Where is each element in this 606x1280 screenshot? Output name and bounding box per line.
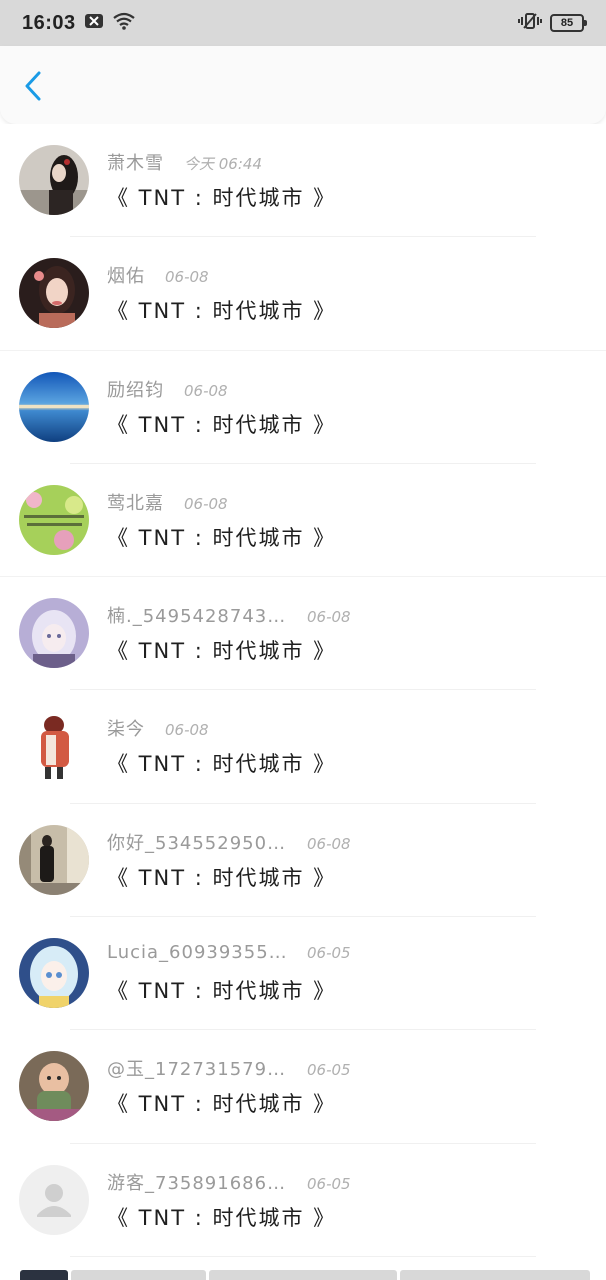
divider (70, 1255, 536, 1257)
avatar[interactable] (19, 1164, 89, 1235)
item-meta: @玉_17273157990 ... 06-05 (107, 1055, 351, 1081)
list-item[interactable]: 烟佑 06-08 《 TNT : 时代城市 》 (0, 237, 606, 351)
next-item-peek (0, 1270, 606, 1280)
item-date: 06-08 (165, 721, 209, 740)
battery-icon: 85 (550, 14, 587, 32)
message-list: 萧木雪 今天 06:44 《 TNT : 时代城市 》 烟佑 06-08 《 T… (0, 124, 606, 1257)
item-meta: 柒今 06-08 (107, 715, 209, 741)
item-date: 06-08 (307, 834, 351, 853)
user-name[interactable]: 你好_5345529509 ... (107, 829, 287, 855)
user-name[interactable]: 烟佑 (107, 262, 145, 288)
user-name[interactable]: Lucia_60939355880 ... (107, 942, 287, 963)
avatar[interactable] (19, 711, 89, 782)
item-date: 06-05 (307, 1174, 351, 1193)
avatar[interactable] (19, 598, 89, 669)
item-title[interactable]: 《 TNT : 时代城市 》 (107, 409, 336, 439)
peek-block (209, 1270, 397, 1280)
user-name[interactable]: 莺北嘉 (107, 489, 164, 515)
status-bar: 16:03 85 (0, 0, 606, 46)
notification-icon (84, 13, 104, 33)
wifi-icon (112, 12, 136, 34)
item-meta: 萧木雪 今天 06:44 (107, 149, 262, 175)
item-date: 06-08 (184, 381, 228, 400)
chevron-left-icon (23, 70, 43, 106)
item-meta: 烟佑 06-08 (107, 262, 209, 288)
item-date: 06-05 (307, 944, 351, 963)
list-item[interactable]: 你好_5345529509 ... 06-08 《 TNT : 时代城市 》 (0, 803, 606, 918)
item-date: 06-05 (307, 1061, 351, 1080)
item-title[interactable]: 《 TNT : 时代城市 》 (107, 635, 336, 665)
list-item[interactable]: 萧木雪 今天 06:44 《 TNT : 时代城市 》 (0, 124, 606, 238)
back-button[interactable] (14, 66, 52, 110)
list-item[interactable]: 柒今 06-08 《 TNT : 时代城市 》 (0, 690, 606, 804)
item-meta: 游客_7358916869 ... 06-05 (107, 1169, 351, 1195)
next-avatar-peek (20, 1270, 68, 1280)
avatar[interactable] (19, 484, 89, 555)
user-name[interactable]: 柒今 (107, 715, 145, 741)
list-item[interactable]: 莺北嘉 06-08 《 TNT : 时代城市 》 (0, 463, 606, 578)
item-title[interactable]: 《 TNT : 时代城市 》 (107, 295, 336, 325)
item-title[interactable]: 《 TNT : 时代城市 》 (107, 522, 336, 552)
item-date: 今天 06:44 (184, 155, 262, 173)
status-time: 16:03 (22, 11, 76, 34)
app-header (0, 46, 606, 124)
vibrate-icon (518, 12, 542, 34)
item-title[interactable]: 《 TNT : 时代城市 》 (107, 862, 336, 892)
status-right: 85 (518, 12, 587, 34)
item-meta: 励绍钧 06-08 (107, 376, 228, 402)
avatar[interactable] (19, 258, 89, 329)
avatar[interactable] (19, 824, 89, 895)
user-name[interactable]: 萧木雪 (107, 149, 164, 175)
item-meta: 楠._54954287433 ... 06-08 (107, 602, 351, 628)
status-left: 16:03 (22, 12, 136, 35)
item-meta: 你好_5345529509 ... 06-08 (107, 829, 351, 855)
user-name[interactable]: 励绍钧 (107, 376, 164, 402)
list-item[interactable]: Lucia_60939355880 ... 06-05 《 TNT : 时代城市… (0, 917, 606, 1031)
item-date: 06-08 (165, 268, 209, 287)
avatar[interactable] (19, 1051, 89, 1122)
avatar[interactable] (19, 371, 89, 442)
peek-block (400, 1270, 590, 1280)
list-item[interactable]: 楠._54954287433 ... 06-08 《 TNT : 时代城市 》 (0, 577, 606, 691)
item-date: 06-08 (307, 608, 351, 627)
item-meta: 莺北嘉 06-08 (107, 489, 228, 515)
avatar[interactable] (19, 145, 89, 215)
item-title[interactable]: 《 TNT : 时代城市 》 (107, 748, 336, 778)
item-meta: Lucia_60939355880 ... 06-05 (107, 942, 351, 963)
item-title[interactable]: 《 TNT : 时代城市 》 (107, 1088, 336, 1118)
user-name[interactable]: 楠._54954287433 ... (107, 602, 287, 628)
list-item[interactable]: @玉_17273157990 ... 06-05 《 TNT : 时代城市 》 (0, 1030, 606, 1144)
list-item[interactable]: 励绍钧 06-08 《 TNT : 时代城市 》 (0, 350, 606, 464)
peek-block (71, 1270, 206, 1280)
item-date: 06-08 (184, 494, 228, 513)
user-name[interactable]: 游客_7358916869 ... (107, 1169, 287, 1195)
avatar[interactable] (19, 938, 89, 1009)
item-title[interactable]: 《 TNT : 时代城市 》 (107, 182, 336, 212)
item-title[interactable]: 《 TNT : 时代城市 》 (107, 1202, 336, 1232)
user-name[interactable]: @玉_17273157990 ... (107, 1055, 287, 1081)
item-title[interactable]: 《 TNT : 时代城市 》 (107, 975, 336, 1005)
list-item[interactable]: 游客_7358916869 ... 06-05 《 TNT : 时代城市 》 (0, 1143, 606, 1257)
